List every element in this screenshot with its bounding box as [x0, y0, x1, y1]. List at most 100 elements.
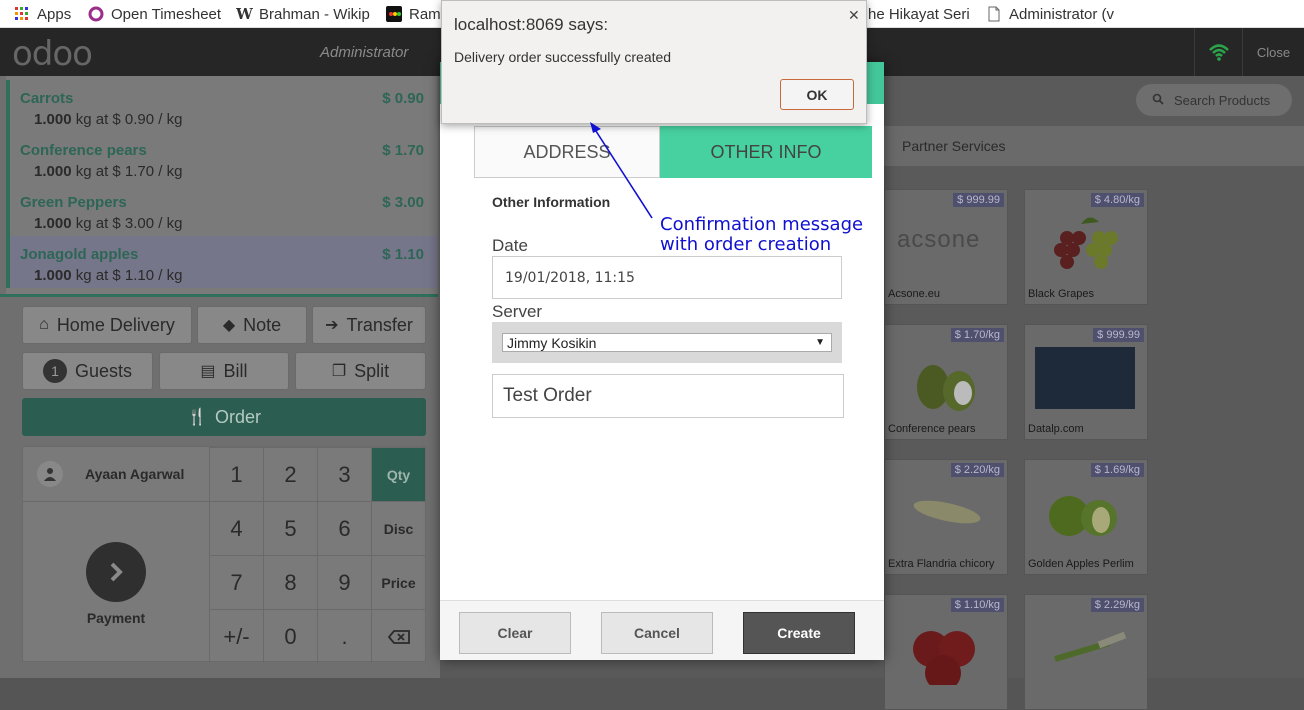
clear-button[interactable]: Clear	[459, 612, 571, 654]
mode-disc-button[interactable]: Disc	[371, 501, 425, 555]
tab-address[interactable]: ADDRESS	[474, 126, 660, 178]
server-select[interactable]: Jimmy Kosikin ▼	[502, 333, 832, 352]
alert-message: Delivery order successfully created	[454, 49, 672, 65]
numpad-key-1[interactable]: 1	[209, 447, 263, 501]
alert-title: localhost:8069 says:	[454, 15, 609, 34]
red-apples-image	[907, 615, 987, 691]
bookmark-hikayat[interactable]: he Hikayat Seri	[868, 4, 978, 24]
date-field[interactable]: 19/01/2018, 11:15	[492, 256, 842, 299]
product-card[interactable]: $ 4.80/kg Black Grapes	[1024, 189, 1148, 305]
annotation-line-1: Confirmation message	[660, 214, 864, 235]
numpad-key-4[interactable]: 4	[209, 501, 263, 555]
close-icon[interactable]: ✕	[848, 7, 860, 24]
divider	[0, 294, 438, 297]
home-delivery-label: Home Delivery	[56, 314, 175, 335]
product-card[interactable]: $ 999.99 Datalp.com	[1024, 324, 1148, 440]
timesheet-ring-icon	[88, 6, 104, 22]
orderline-qty-detail: kg at $ 1.10 / kg	[75, 267, 183, 284]
numpad-key-plusminus[interactable]: +/-	[209, 609, 263, 663]
numpad-key-9[interactable]: 9	[317, 555, 371, 609]
background-strip	[440, 660, 884, 678]
category-bar: Partner Services	[884, 126, 1304, 166]
orderline-price: $ 0.90	[382, 90, 424, 107]
cancel-button[interactable]: Cancel	[601, 612, 713, 654]
customer-button[interactable]: Ayaan Agarwal	[23, 447, 209, 501]
orderline-name: Carrots	[20, 90, 74, 107]
apps-grid-icon	[14, 6, 30, 22]
split-label: Split	[354, 360, 390, 381]
orderline-qty: 1.000 kg at $ 1.10 / kg	[34, 267, 182, 284]
chevron-right-icon	[86, 542, 146, 602]
order-label: Order	[214, 406, 261, 427]
user-icon	[37, 461, 63, 487]
search-products-input[interactable]: Search Products	[1136, 84, 1292, 116]
backspace-button[interactable]	[371, 609, 425, 663]
numpad-key-0[interactable]: 0	[263, 609, 317, 663]
split-button[interactable]: ❐ Split	[295, 352, 426, 390]
orderline[interactable]: Carrots $ 0.90 1.000 kg at $ 0.90 / kg	[6, 80, 438, 132]
product-card[interactable]: $ 2.20/kg Extra Flandria chicory	[884, 459, 1008, 575]
orderline-qty-detail: kg at $ 1.70 / kg	[75, 163, 183, 180]
bookmark-open-timesheet[interactable]: Open Timesheet	[88, 4, 224, 24]
order-button[interactable]: 🍴 Order	[22, 398, 426, 436]
numpad-key-3[interactable]: 3	[317, 447, 371, 501]
category-partner-services[interactable]: Partner Services	[902, 138, 1005, 154]
product-card[interactable]: $ 1.70/kg Conference pears	[884, 324, 1008, 440]
product-card[interactable]: $ 1.69/kg Golden Apples Perlim	[1024, 459, 1148, 575]
bookmark-apps[interactable]: Apps	[14, 4, 84, 24]
wifi-icon	[1194, 28, 1242, 76]
browser-alert-dialog: localhost:8069 says: ✕ Delivery order su…	[441, 0, 867, 124]
modal-tabs: ADDRESS OTHER INFO	[474, 126, 872, 178]
date-label: Date	[492, 236, 528, 255]
pears-image	[905, 341, 985, 420]
bookmark-ram[interactable]: Ram	[386, 4, 442, 24]
server-select-wrapper: Jimmy Kosikin ▼	[492, 322, 842, 363]
numpad-key-5[interactable]: 5	[263, 501, 317, 555]
numpad-key-6[interactable]: 6	[317, 501, 371, 555]
chicory-image	[907, 492, 987, 537]
numpad-key-2[interactable]: 2	[263, 447, 317, 501]
orderline[interactable]: Green Peppers $ 3.00 1.000 kg at $ 3.00 …	[6, 184, 438, 236]
dropdown-arrow-icon: ▼	[815, 337, 825, 348]
payment-button[interactable]: Payment	[23, 501, 209, 663]
bookmark-brahman-wiki[interactable]: W Brahman - Wikip	[236, 4, 372, 24]
bill-button[interactable]: ▤ Bill	[159, 352, 289, 390]
product-name: Conference pears	[888, 423, 976, 435]
annotation-line-2: with order creation	[660, 234, 832, 255]
orderline-name: Conference pears	[20, 142, 147, 159]
ok-button[interactable]: OK	[780, 79, 854, 110]
product-card[interactable]: $ 2.29/kg	[1024, 594, 1148, 710]
customer-name: Ayaan Agarwal	[85, 466, 185, 482]
product-card[interactable]: $ 999.99 acsone Acsone.eu	[884, 189, 1008, 305]
note-label: Note	[243, 314, 282, 335]
note-button[interactable]: ◆ Note	[197, 306, 307, 344]
create-button[interactable]: Create	[743, 612, 855, 654]
arrow-right-icon: ➔	[325, 317, 339, 334]
numpad-key-7[interactable]: 7	[209, 555, 263, 609]
product-price: $ 1.10/kg	[950, 598, 1004, 612]
mode-qty-button[interactable]: Qty	[371, 447, 425, 501]
orderline-qty-value: 1.000	[34, 111, 72, 128]
product-card[interactable]: $ 1.10/kg	[884, 594, 1008, 710]
user-name[interactable]: Administrator	[320, 44, 408, 61]
orderline-name: Jonagold apples	[20, 246, 139, 263]
close-button[interactable]: Close	[1242, 28, 1304, 76]
orderline[interactable]: Conference pears $ 1.70 1.000 kg at $ 1.…	[6, 132, 438, 184]
numpad-key-8[interactable]: 8	[263, 555, 317, 609]
orderline-qty: 1.000 kg at $ 3.00 / kg	[34, 215, 182, 232]
transfer-button[interactable]: ➔ Transfer	[312, 306, 426, 344]
numpad-key-dot[interactable]: .	[317, 609, 371, 663]
tab-other-info[interactable]: OTHER INFO	[660, 126, 872, 178]
guests-button[interactable]: 1 Guests	[22, 352, 153, 390]
bill-label: Bill	[223, 360, 248, 381]
product-name: Extra Flandria chicory	[888, 558, 995, 570]
orderline-selected[interactable]: Jonagold apples $ 1.10 1.000 kg at $ 1.1…	[6, 236, 438, 288]
mode-price-button[interactable]: Price	[371, 555, 425, 609]
section-title: Other Information	[492, 194, 611, 210]
bookmark-administrator[interactable]: Administrator (v	[986, 4, 1126, 24]
note-field[interactable]: Test Order	[492, 374, 844, 418]
orderline-price: $ 3.00	[382, 194, 424, 211]
guests-label: Guests	[74, 360, 133, 381]
home-delivery-button[interactable]: ⌂ Home Delivery	[22, 306, 192, 344]
backspace-icon	[387, 624, 410, 650]
